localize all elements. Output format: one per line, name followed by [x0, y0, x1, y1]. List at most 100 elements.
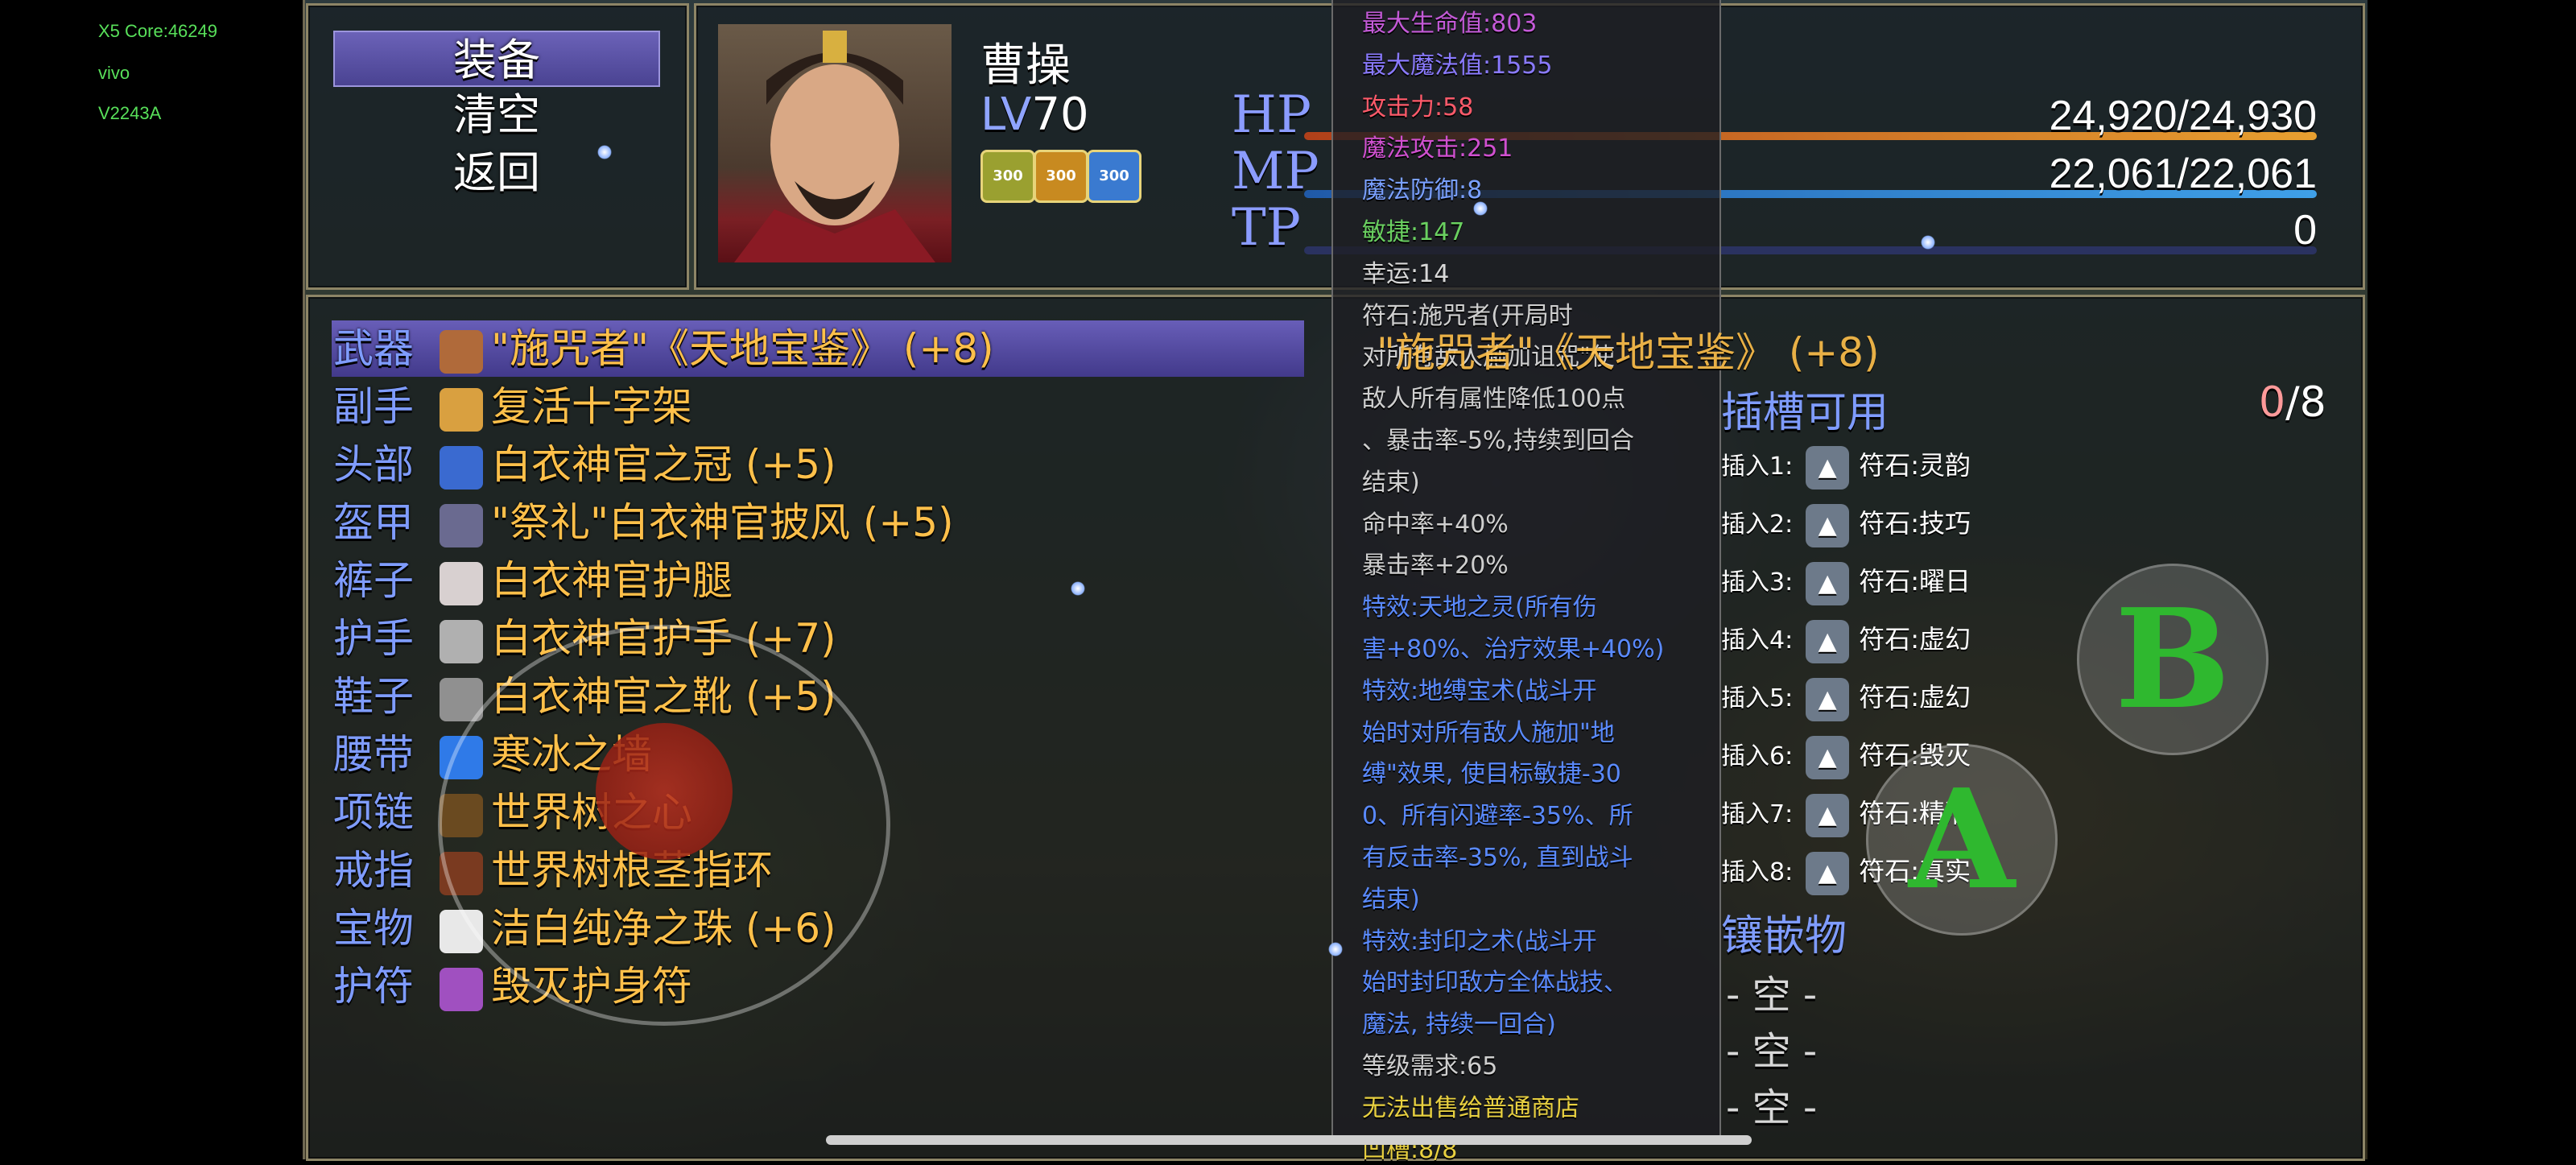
socket-label: 插入6: — [1721, 742, 1794, 770]
attr-badge-2: 300 — [1034, 150, 1088, 203]
equipment-row[interactable]: 裤子 白衣神官护腿 — [333, 554, 733, 607]
rune-triangle-icon: ▲ — [1806, 735, 1850, 779]
rune-triangle-icon: ▲ — [1806, 851, 1850, 895]
rune-precision-icon: ▲ — [1806, 793, 1850, 837]
debug-line-1: X5 Core:46249 — [98, 21, 217, 41]
tooltip-line: 幸运:14 — [1362, 259, 1450, 288]
equipment-slot-label: 头部 — [333, 441, 414, 488]
socket-label: 插入2: — [1721, 510, 1794, 539]
tooltip-line: 暴击率+20% — [1362, 552, 1509, 580]
book-icon — [440, 329, 483, 374]
menu-equip-button[interactable]: 装备 — [333, 31, 660, 87]
equipment-slot-label: 鞋子 — [333, 673, 414, 720]
equipment-slot-label: 武器 — [333, 325, 414, 372]
tp-label: TP — [1232, 198, 1301, 258]
tooltip-line: 结束) — [1362, 885, 1420, 914]
cloak-icon — [440, 503, 483, 547]
sparkle — [1473, 201, 1488, 216]
socket-rune-name: 符石:技巧 — [1859, 508, 1971, 539]
tooltip-line: 无法出售给普通商店 — [1362, 1093, 1579, 1122]
equipment-row[interactable]: 副手 复活十字架 — [333, 380, 692, 433]
amulet-icon — [440, 967, 483, 1011]
socket-count: 0/8 — [2259, 378, 2326, 427]
socket-label: 插入7: — [1721, 800, 1794, 828]
home-indicator[interactable] — [826, 1135, 1752, 1145]
debug-line-3: V2243A — [98, 103, 162, 123]
equipment-slot-label: 腰带 — [333, 731, 414, 778]
weapon-header: "施咒者"《天地宝鉴》 (+8) — [1377, 329, 1880, 376]
socket-slot[interactable]: 插入2: ▲ 符石:技巧 — [1721, 499, 1971, 547]
equipment-slot-label: 护手 — [333, 615, 414, 662]
rune-spirit-icon: ▲ — [1806, 445, 1850, 490]
tooltip-line: 最大生命值:803 — [1362, 10, 1538, 38]
tooltip-line: 缚"效果, 使目标敏捷-30 — [1362, 760, 1621, 789]
socket-rune-name: 符石:虚幻 — [1859, 624, 1971, 655]
equipment-item-name: "祭礼"白衣神官披风 (+5) — [491, 499, 954, 546]
socket-rune-name: 符石:灵韵 — [1859, 450, 1971, 481]
inlay-slot-3[interactable]: - 空 - — [1726, 1076, 1817, 1132]
inlay-title: 镶嵌物 — [1721, 912, 1847, 961]
tooltip-line: 始时对所有敌人施加"地 — [1362, 718, 1615, 747]
tooltip-line: 特效:封印之术(战斗开 — [1362, 927, 1597, 956]
equipment-item-name: "施咒者"《天地宝鉴》 (+8) — [491, 325, 994, 372]
hero-name: 曹操 — [980, 39, 1071, 92]
socket-slot[interactable]: 插入3: ▲ 符石:曜日 — [1721, 557, 1971, 605]
sparkle — [1328, 942, 1343, 956]
level-label: LV — [980, 89, 1032, 141]
leggings-icon — [440, 561, 483, 605]
equipment-row[interactable]: 盔甲 "祭礼"白衣神官披风 (+5) — [333, 496, 954, 549]
socket-label: 插入4: — [1721, 626, 1794, 655]
joystick-knob[interactable] — [596, 723, 733, 860]
tooltip-line: 结束) — [1362, 468, 1420, 497]
tooltip-line: 魔法攻击:251 — [1362, 134, 1513, 163]
socket-count-total: /8 — [2285, 378, 2326, 427]
tooltip-line: 命中率+40% — [1362, 510, 1509, 539]
tooltip-line: 特效:天地之灵(所有伤 — [1362, 593, 1597, 622]
tooltip-line: 等级需求:65 — [1362, 1052, 1498, 1080]
tooltip-line: 特效:地缚宝术(战斗开 — [1362, 676, 1597, 705]
socket-rune-name: 符石:虚幻 — [1859, 682, 1971, 713]
socket-slot[interactable]: 插入1: ▲ 符石:灵韵 — [1721, 441, 1971, 490]
equipment-item-name: 白衣神官护腿 — [491, 557, 733, 604]
gauntlet-icon — [440, 619, 483, 663]
equipment-slot-label: 副手 — [333, 383, 414, 430]
tooltip-line: 始时封印敌方全体战技、 — [1362, 969, 1628, 998]
a-button[interactable]: A — [1866, 744, 2058, 936]
sparkle — [597, 145, 612, 159]
equipment-row[interactable]: 头部 白衣神官之冠 (+5) — [333, 438, 836, 491]
equipment-row[interactable]: 武器 "施咒者"《天地宝鉴》 (+8) — [333, 322, 994, 375]
tooltip-line: 攻击力:58 — [1362, 93, 1474, 122]
socket-rune-name: 符石:曜日 — [1859, 566, 1971, 597]
hero-portrait — [718, 24, 952, 262]
tooltip-line: 有反击率-35%, 直到战斗 — [1362, 844, 1633, 872]
rune-triangle-icon: ▲ — [1806, 561, 1850, 605]
tooltip-line: 害+80%、治疗效果+40%) — [1362, 635, 1665, 663]
debug-line-2: vivo — [98, 63, 130, 83]
rune-skill-icon: ▲ — [1806, 503, 1850, 547]
tooltip-line: 魔法防御:8 — [1362, 176, 1483, 205]
tooltip-line: 、暴击率-5%,持续到回合 — [1362, 427, 1634, 455]
hp-label: HP — [1232, 85, 1311, 145]
sparkle — [1071, 581, 1085, 596]
hp-value: 24,920/24,930 — [2049, 93, 2317, 139]
socket-label: 插入8: — [1721, 858, 1794, 886]
equipment-item-name: 白衣神官之冠 (+5) — [491, 441, 836, 488]
socket-label: 插入5: — [1721, 684, 1794, 713]
equipment-slot-label: 护符 — [333, 963, 414, 1010]
socket-label: 插入3: — [1721, 568, 1794, 597]
equipment-slot-label: 裤子 — [333, 557, 414, 604]
attr-badge-3: 300 — [1087, 150, 1141, 203]
socket-slot[interactable]: 插入5: ▲ 符石:虚幻 — [1721, 673, 1971, 721]
rune-triangle-icon: ▲ — [1806, 619, 1850, 663]
menu-clear-button[interactable]: 清空 — [333, 87, 660, 143]
socket-label: 插入1: — [1721, 452, 1794, 481]
inlay-slot-2[interactable]: - 空 - — [1726, 1019, 1817, 1076]
equipment-slot-label: 宝物 — [333, 905, 414, 952]
inlay-slot-1[interactable]: - 空 - — [1726, 963, 1817, 1019]
socket-slot[interactable]: 插入4: ▲ 符石:虚幻 — [1721, 615, 1971, 663]
socket-count-used: 0 — [2259, 378, 2286, 427]
equipment-slot-label: 盔甲 — [333, 499, 414, 546]
b-button[interactable]: B — [2077, 564, 2268, 755]
attr-badge-1: 300 — [980, 150, 1035, 203]
tooltip-line: 敌人所有属性降低100点 — [1362, 385, 1626, 414]
